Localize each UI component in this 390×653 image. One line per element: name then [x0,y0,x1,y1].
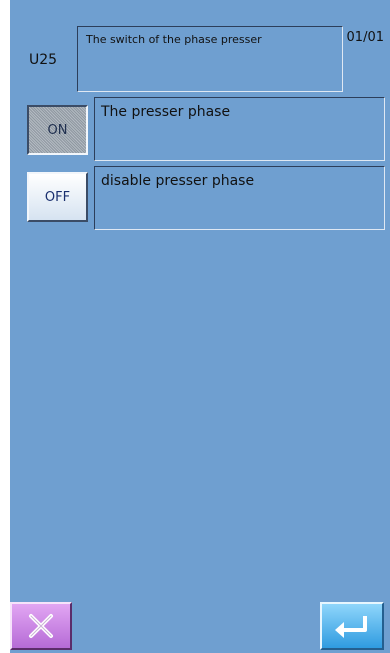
off-option-description: disable presser phase [94,166,385,230]
page-indicator: 01/01 [346,30,384,45]
on-button[interactable]: ON [27,105,88,155]
on-option-description: The presser phase [94,97,385,161]
close-icon [26,611,56,641]
cancel-button[interactable] [10,602,72,650]
parameter-code: U25 [29,52,58,68]
enter-return-icon [331,611,373,641]
off-button[interactable]: OFF [27,172,88,222]
parameter-title: The switch of the phase presser [77,26,343,92]
enter-button[interactable] [320,602,384,650]
screen: U25 The switch of the phase presser 01/0… [10,0,390,653]
